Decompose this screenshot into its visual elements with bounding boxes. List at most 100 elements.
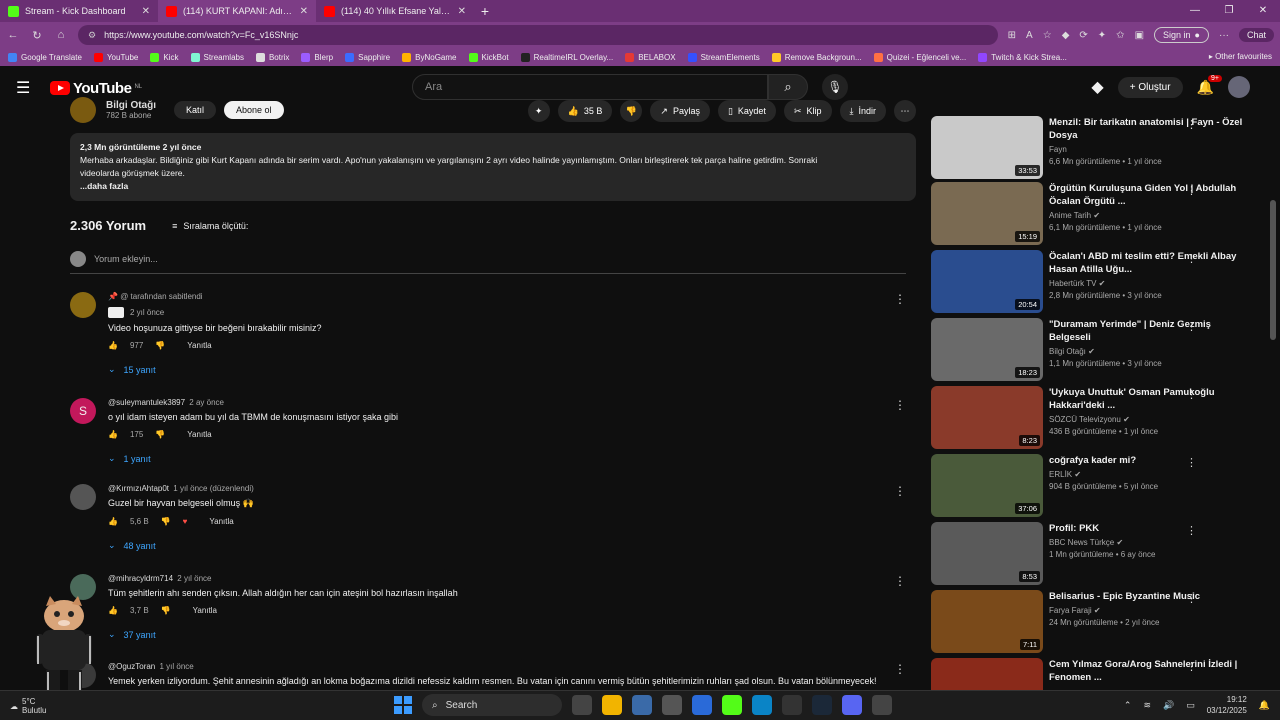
video-menu-icon[interactable]: ⋮ (1186, 118, 1197, 131)
video-title[interactable]: Cem Yılmaz Gora/Arog Sahnelerini İzledi … (1049, 658, 1249, 684)
bookmark-twitch-kick[interactable]: Twitch & Kick Strea... (978, 52, 1067, 62)
reply-button[interactable]: Yanıtla (187, 341, 211, 350)
close-window-icon[interactable]: ✕ (1246, 0, 1280, 22)
tab-kurt-kapani[interactable]: (114) KURT KAPANI: Adım Adım ✕ (158, 0, 316, 22)
tab-efsane-yalan[interactable]: (114) 40 Yıllık Efsane Yalan! - YouTu ✕ (316, 0, 474, 22)
share-button[interactable]: ↗ Paylaş (650, 100, 710, 122)
video-menu-icon[interactable]: ⋮ (1186, 456, 1197, 469)
steam-icon[interactable] (812, 695, 832, 715)
video-thumbnail[interactable] (931, 658, 1043, 690)
comment-menu-icon[interactable]: ⋮ (894, 662, 906, 676)
create-button[interactable]: + Oluştur (1117, 76, 1183, 98)
video-menu-icon[interactable]: ⋮ (1186, 660, 1197, 673)
dislike-comment-icon[interactable]: 👎 (161, 606, 171, 615)
comment-time[interactable]: 1 yıl önce (160, 662, 194, 671)
store-icon[interactable] (632, 695, 652, 715)
video-thumbnail[interactable]: 8:23 (931, 386, 1043, 449)
video-menu-icon[interactable]: ⋮ (1186, 388, 1197, 401)
recommended-video[interactable]: 15:19 Örgütün Kuruluşuna Giden Yol | Abd… (931, 182, 1271, 246)
video-thumbnail[interactable]: 18:23 (931, 318, 1043, 381)
vscode-icon[interactable] (692, 695, 712, 715)
video-channel[interactable]: Anime Tarih ✔ (1049, 211, 1249, 220)
url-bar[interactable]: ⚙ https://www.youtube.com/watch?v=Fc_v16… (78, 25, 998, 45)
comment-time[interactable]: 2 ay önce (189, 398, 224, 407)
video-title[interactable]: Belisarius - Epic Byzantine Music (1049, 590, 1249, 603)
extensions-puzzle-icon[interactable]: ✦ (1098, 30, 1106, 41)
task-view-icon[interactable] (572, 695, 592, 715)
comment-menu-icon[interactable]: ⋮ (894, 574, 906, 588)
file-explorer-icon[interactable] (602, 695, 622, 715)
video-thumbnail[interactable]: 37:06 (931, 454, 1043, 517)
like-comment-icon[interactable]: 👍 (108, 517, 118, 526)
bookmark-kickbot[interactable]: KickBot (468, 52, 509, 62)
collections-icon[interactable]: ▣ (1135, 30, 1144, 41)
video-channel[interactable]: Bilgi Otağı ✔ (1049, 347, 1249, 356)
clip-button[interactable]: ✂ Klip (783, 100, 832, 122)
video-title[interactable]: Profil: PKK (1049, 522, 1249, 535)
reply-button[interactable]: Yanıtla (193, 606, 217, 615)
comment-username[interactable]: @KırmızıAhtap0t (108, 484, 169, 493)
back-icon[interactable]: ← (6, 29, 20, 41)
hype-icon[interactable]: ✦ (527, 100, 550, 122)
more-actions-icon[interactable]: ⋯ (894, 100, 916, 122)
recommended-video[interactable]: 8:23 'Uykuya Unuttuk' Osman Pamukoğlu Ha… (931, 386, 1271, 450)
sign-in-button[interactable]: Sign in ● (1154, 27, 1209, 43)
recommended-video[interactable]: 37:06 coğrafya kader mi? ERLİK ✔ 904 B g… (931, 454, 1271, 518)
join-button[interactable]: Katıl (174, 101, 217, 119)
video-menu-icon[interactable]: ⋮ (1186, 252, 1197, 265)
wifi-icon[interactable]: ≋ (1143, 700, 1151, 711)
weather-widget[interactable]: ☁ 5°C Bulutlu (10, 697, 46, 715)
recommended-video[interactable]: 8:53 Profil: PKK BBC News Türkçe ✔ 1 Mn … (931, 522, 1271, 586)
video-title[interactable]: Öcalan'ı ABD mi teslim etti? Emekli Alba… (1049, 250, 1249, 276)
bookmark-kick[interactable]: Kick (150, 52, 179, 62)
reply-button[interactable]: Yanıtla (209, 517, 233, 526)
recommended-video[interactable]: 33:53 Menzil: Bir tarikatın anatomisi | … (931, 116, 1271, 180)
video-channel[interactable]: BBC News Türkçe ✔ (1049, 538, 1249, 547)
windows-start-icon[interactable] (394, 696, 412, 714)
like-button[interactable]: 👍 35 B (557, 100, 613, 122)
discord-icon[interactable] (842, 695, 862, 715)
view-replies-button[interactable]: ⌄ 1 yanıt (108, 453, 888, 464)
bookmark-remove-bg[interactable]: Remove Backgroun... (771, 52, 862, 62)
other-favourites[interactable]: ▸ Other favourites (1209, 52, 1272, 61)
app-icon[interactable] (872, 695, 892, 715)
view-replies-button[interactable]: ⌄ 48 yanıt (108, 540, 888, 551)
site-info-icon[interactable]: ⚙ (88, 30, 96, 41)
like-comment-icon[interactable]: 👍 (108, 606, 118, 615)
minimize-icon[interactable]: — (1178, 0, 1212, 22)
taskbar-search[interactable]: ⌕ Search (422, 694, 562, 716)
youtube-logo[interactable]: YouTube NL (50, 80, 142, 97)
bookmark-streamlabs[interactable]: Streamlabs (190, 52, 244, 62)
comment-menu-icon[interactable]: ⋮ (894, 398, 906, 412)
like-comment-icon[interactable]: 👍 (108, 430, 118, 439)
install-app-icon[interactable]: ⊞ (1008, 30, 1016, 41)
kick-app-icon[interactable] (722, 695, 742, 715)
video-menu-icon[interactable]: ⋮ (1186, 184, 1197, 197)
clock[interactable]: 19:12 03/12/2025 (1207, 694, 1247, 716)
comment-time[interactable]: 1 yıl önce (düzenlendi) (173, 484, 254, 493)
comment-menu-icon[interactable]: ⋮ (894, 292, 906, 306)
read-aloud-icon[interactable]: A (1026, 30, 1033, 41)
video-channel[interactable]: Farya Faraji ✔ (1049, 606, 1249, 615)
bookmark-belabox[interactable]: BELABOX (625, 52, 676, 62)
epic-games-icon[interactable] (782, 695, 802, 715)
bookmark-google-translate[interactable]: Google Translate (8, 52, 82, 62)
video-channel[interactable]: SÖZCÜ Televizyonu ✔ (1049, 415, 1249, 424)
video-channel[interactable]: Habertürk TV ✔ (1049, 279, 1249, 288)
video-channel[interactable]: Fayn (1049, 145, 1249, 154)
more-menu-icon[interactable]: ··· (1219, 30, 1229, 41)
bookmark-streamelements[interactable]: StreamElements (687, 52, 760, 62)
video-description[interactable]: 2,3 Mn görüntüleme 2 yıl önce Merhaba ar… (70, 133, 916, 201)
dislike-comment-icon[interactable]: 👎 (161, 517, 171, 526)
video-menu-icon[interactable]: ⋮ (1186, 592, 1197, 605)
video-thumbnail[interactable]: 15:19 (931, 182, 1043, 245)
close-tab-icon[interactable]: ✕ (142, 6, 150, 17)
video-menu-icon[interactable]: ⋮ (1186, 320, 1197, 333)
close-tab-icon[interactable]: ✕ (300, 6, 308, 17)
video-title[interactable]: 'Uykuya Unuttuk' Osman Pamukoğlu Hakkari… (1049, 386, 1249, 412)
extension-icon[interactable]: ◆ (1062, 30, 1070, 41)
close-tab-icon[interactable]: ✕ (458, 6, 466, 17)
view-replies-button[interactable]: ⌄ 15 yanıt (108, 364, 888, 375)
comment-time[interactable]: 2 yıl önce (177, 574, 211, 583)
bookmark-youtube[interactable]: YouTube (93, 52, 138, 62)
